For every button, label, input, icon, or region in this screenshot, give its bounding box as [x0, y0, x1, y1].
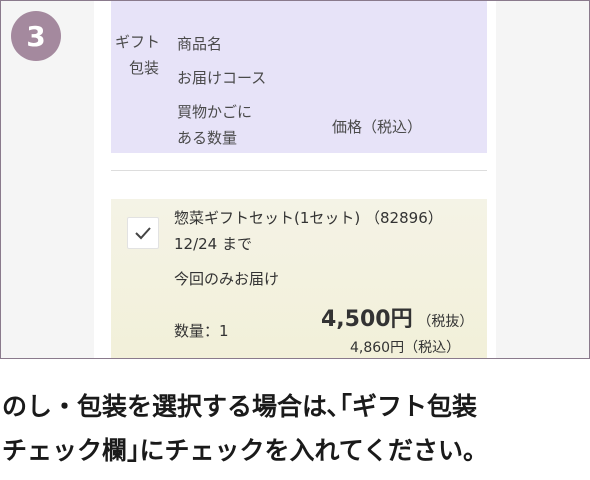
price-column-label: 価格（税込） [332, 118, 423, 136]
product-name: 惣菜ギフトセット(1セット) （82896） [174, 209, 443, 227]
gift-wrap-column-label-line1: ギフト [115, 33, 161, 51]
cart-item-row: 惣菜ギフトセット(1セット) （82896） 12/24 まで 今回のみお届け … [111, 199, 487, 358]
gift-wrap-checkbox[interactable] [127, 217, 159, 249]
instruction-caption: のし・包装を選択する場合は､｢ギフト包装 チェック欄｣にチェックを入れてください… [0, 385, 590, 473]
delivery-date: 12/24 まで [174, 235, 252, 253]
checkmark-icon [135, 227, 151, 240]
delivery-course-column-label: お届けコース [177, 69, 267, 87]
gift-wrap-column-label-line2: 包装 [129, 59, 160, 77]
section-divider [111, 170, 487, 171]
cart-table-header: ギフト 包装 商品名 お届けコース 買物かごに ある数量 価格（税込） [111, 1, 487, 153]
cart-card: ギフト 包装 商品名 お届けコース 買物かごに ある数量 価格（税込） 惣菜ギフ… [94, 1, 496, 358]
quantity-value: 数量：1 [174, 322, 229, 340]
quantity-column-label-line2: ある数量 [177, 129, 238, 147]
price-incl-tax: 4,860円（税込） [350, 340, 461, 356]
quantity-column-label-line1: 買物かごに [177, 103, 253, 121]
caption-line-1: のし・包装を選択する場合は､｢ギフト包装 [2, 392, 478, 421]
price-excl-tax-note: （税抜） [417, 314, 474, 330]
delivery-course: 今回のみお届け [174, 270, 280, 288]
caption-line-2: チェック欄｣にチェックを入れてください。 [2, 436, 489, 465]
step-number-badge: 3 [11, 11, 61, 61]
product-name-column-label: 商品名 [177, 35, 223, 53]
screenshot-frame: 3 ギフト 包装 商品名 お届けコース 買物かごに ある数量 価格（税込） 惣菜… [0, 0, 590, 359]
price-excl-tax: 4,500円 [321, 307, 413, 332]
